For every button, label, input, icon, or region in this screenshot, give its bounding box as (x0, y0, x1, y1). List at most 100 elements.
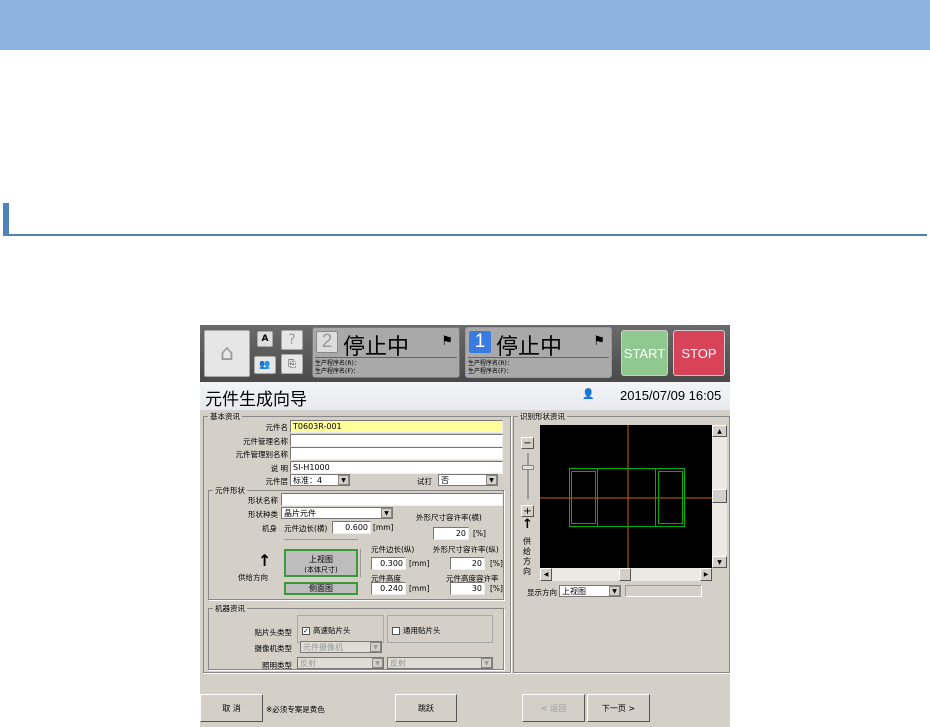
scroll-left-icon[interactable]: ◀ (540, 568, 552, 581)
mgmt-name-input[interactable] (290, 434, 503, 447)
scroll-down-icon[interactable]: ▼ (712, 556, 727, 568)
chevron-down-icon: ▼ (609, 586, 620, 596)
scroll-thumb[interactable] (712, 489, 727, 503)
trial-label: 试打 (417, 477, 432, 486)
vertical-scrollbar[interactable]: ▲ ▼ (712, 425, 727, 568)
checkbox-label: 通用贴片头 (403, 626, 441, 635)
help-button[interactable]: ? (281, 330, 303, 350)
unit-pct: [%] (473, 529, 486, 538)
light-type-select-1[interactable]: 反射 ▼ (297, 657, 384, 669)
width-dimension-arrow (284, 539, 358, 547)
shape-name-input[interactable] (281, 493, 503, 506)
unit-mm: [mm] (373, 523, 394, 532)
section-header (3, 203, 927, 236)
mgmt-alias-input[interactable] (290, 447, 503, 460)
camera-type-select[interactable]: 元件摄像机 ▼ (300, 641, 382, 653)
part-name-input[interactable]: T0603R-001 (290, 420, 503, 433)
home-button[interactable]: ⌂ (204, 330, 250, 377)
feed-direction-vertical: 供给方向 (523, 537, 533, 577)
chevron-down-icon: ▼ (381, 508, 392, 518)
part-name-label: 元件名 (265, 423, 289, 432)
trial-value: 否 (441, 476, 449, 485)
page-title: 元件生成向导 (205, 390, 307, 410)
checkbox-checked-icon: ✓ (302, 627, 310, 635)
body-label: 机身 (262, 524, 277, 533)
checkbox-icon (392, 627, 400, 635)
help-icon: ? (288, 332, 296, 348)
chevron-down-icon: ▼ (372, 658, 383, 668)
layer-value: 标准：4 (293, 476, 323, 485)
back-button[interactable]: < 返回 (522, 694, 585, 722)
display-direction-select[interactable]: 上视图 ▼ (559, 585, 621, 597)
description-input[interactable]: SI-H1000 (290, 461, 503, 474)
start-button[interactable]: START (621, 330, 668, 376)
unit-mm: [mm] (409, 559, 430, 568)
top-view-label: 上视图 (309, 555, 333, 564)
mgmt-alias-label: 元件管理别名称 (235, 450, 289, 459)
height-input[interactable]: 0.240 (371, 582, 406, 595)
char: 给 (523, 547, 531, 556)
zoom-out-button[interactable]: − (521, 437, 534, 449)
user-icon: 👤 (582, 389, 595, 400)
unit-pct: [%] (490, 584, 503, 593)
horizontal-scrollbar[interactable]: ◀ ▶ (540, 568, 712, 581)
height-dimension-arrow (360, 549, 366, 577)
minus-icon: − (523, 437, 532, 449)
top-banner (0, 0, 930, 50)
tol-y-label: 外形尺寸容许率(纵) (433, 545, 499, 554)
users-icon: 👥 (259, 360, 271, 370)
operator-icon: ⚑ (593, 334, 605, 349)
toolbar: ⌂ A ? 👥 ⎘ 2 停止中 ⚑ 生产程序名(R)： 生产程序名(F)： 1 停… (200, 325, 730, 382)
tol-x-label: 外形尺寸容许率(横) (416, 513, 482, 522)
shape-name-label: 形状名称 (248, 496, 278, 505)
title-bar: 元件生成向导 👤 2015/07/09 16:05 (200, 382, 730, 410)
display-info-box (625, 585, 702, 597)
description-label: 说 明 (270, 464, 288, 473)
light-type-select-2[interactable]: 反射 ▼ (387, 657, 493, 669)
chevron-down-icon: ▼ (338, 475, 349, 485)
device-button[interactable]: ⎘ (281, 354, 303, 374)
lane-1-status[interactable]: 1 停止中 ⚑ 生产程序名(R)： 生产程序名(F)： (465, 327, 612, 378)
side-view-diagram: 侧面图 (284, 582, 358, 595)
skip-button[interactable]: 跳跃 (395, 694, 457, 722)
display-direction-value: 上视图 (562, 587, 586, 596)
high-speed-head-checkbox[interactable]: ✓ 高速贴片头 (302, 625, 351, 636)
group-label: 机器资讯 (213, 603, 247, 614)
scroll-up-icon[interactable]: ▲ (712, 425, 727, 437)
unit-mm: [mm] (409, 584, 430, 593)
arrow-up-icon: ↑ (258, 551, 272, 570)
program-f: 生产程序名(F)： (468, 368, 513, 375)
zoom-slider-thumb[interactable] (522, 465, 534, 470)
tol-y-input[interactable]: 20 (450, 557, 485, 570)
shape-type-label: 形状种类 (248, 510, 278, 519)
group-label: 识别形状资讯 (518, 411, 567, 422)
next-button[interactable]: 下一页 > (587, 694, 650, 722)
chevron-down-icon: ▼ (370, 642, 381, 652)
checkbox-label: 高速贴片头 (313, 626, 351, 635)
chevron-down-icon: ▼ (481, 658, 492, 668)
scroll-right-icon[interactable]: ▶ (700, 568, 712, 581)
zoom-slider-track[interactable] (527, 453, 529, 499)
stop-button[interactable]: STOP (673, 330, 725, 376)
language-button[interactable]: A (257, 331, 273, 347)
len-y-input[interactable]: 0.300 (371, 557, 406, 570)
users-button[interactable]: 👥 (254, 356, 276, 374)
light-type-label: 照明类型 (262, 661, 292, 670)
plus-icon: + (523, 505, 532, 517)
arrow-up-icon: ↑ (522, 517, 533, 532)
shape-type-select[interactable]: 晶片元件 ▼ (281, 507, 393, 519)
tol-h-input[interactable]: 30 (450, 582, 485, 595)
layer-select[interactable]: 标准：4 ▼ (290, 474, 350, 486)
len-x-input[interactable]: 0.600 (332, 521, 371, 534)
zoom-in-button[interactable]: + (521, 505, 534, 517)
program-r: 生产程序名(R)： (315, 360, 360, 367)
lane-2-status[interactable]: 2 停止中 ⚑ 生产程序名(R)： 生产程序名(F)： (312, 327, 460, 378)
char: 供 (523, 537, 531, 546)
scroll-thumb[interactable] (619, 568, 631, 581)
trial-select[interactable]: 否 ▼ (438, 474, 498, 486)
general-head-checkbox[interactable]: 通用贴片头 (392, 625, 441, 636)
tol-x-input[interactable]: 20 (433, 527, 469, 540)
datetime: 2015/07/09 16:05 (620, 388, 722, 403)
camera-value: 元件摄像机 (303, 643, 343, 652)
cancel-button[interactable]: 取 消 (200, 694, 263, 722)
